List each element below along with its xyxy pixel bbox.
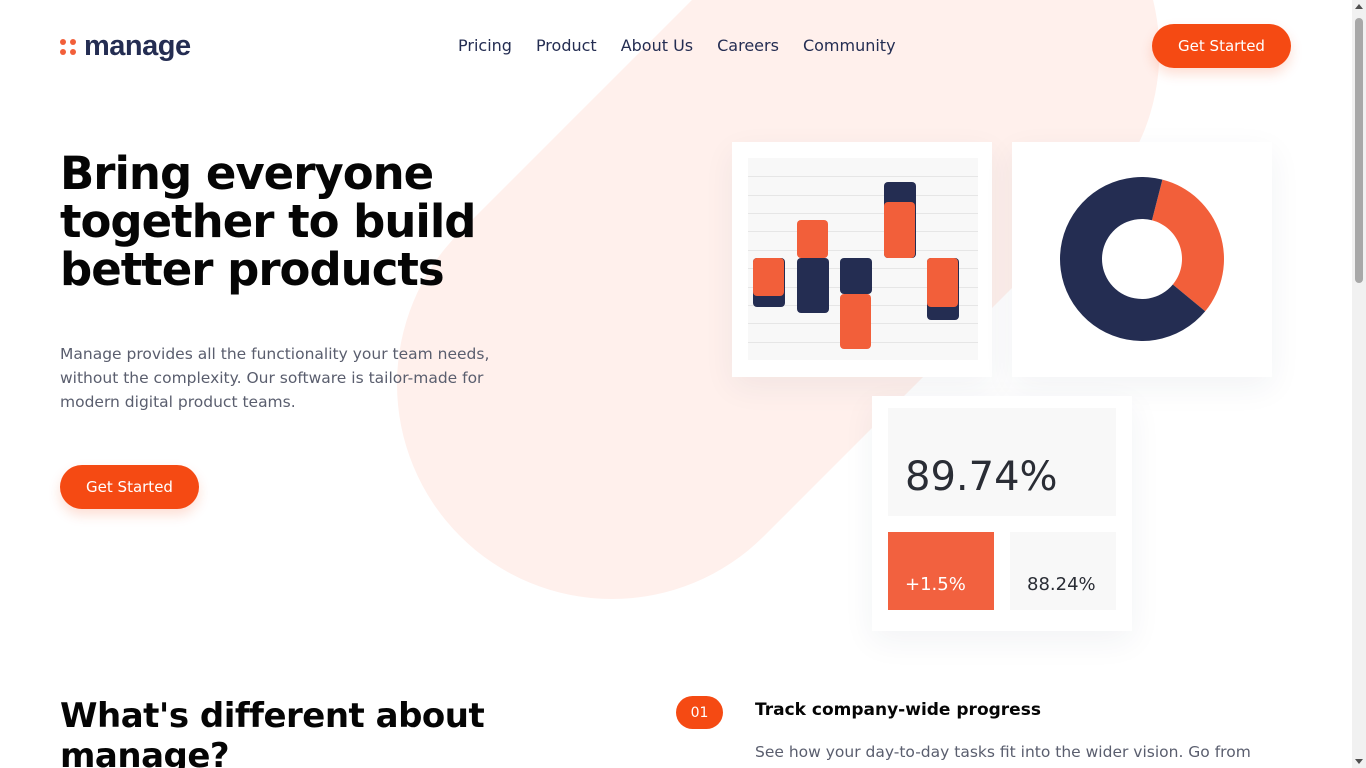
stat-change-value: +1.5% (905, 574, 966, 595)
nav-link-about-us[interactable]: About Us (621, 36, 693, 55)
hero-get-started-button[interactable]: Get Started (60, 465, 199, 509)
bar-orange-2 (796, 219, 828, 259)
bar-orange-3 (840, 294, 872, 350)
hero-description: Manage provides all the functionality yo… (60, 345, 490, 411)
logo-dots-icon (60, 38, 76, 55)
chart-gridline (748, 176, 978, 177)
scrollbar-thumb[interactable] (1355, 18, 1363, 283)
stat-change-tile: +1.5% (888, 532, 994, 610)
chart-gridline (748, 213, 978, 214)
nav-link-product[interactable]: Product (536, 36, 597, 55)
different-section: What's different about manage? (60, 696, 580, 768)
site-header: manage Pricing Product About Us Careers … (0, 0, 1352, 92)
nav-link-community[interactable]: Community (803, 36, 896, 55)
feature-description: See how your day-to-day tasks fit into t… (755, 743, 1251, 761)
nav-link-pricing[interactable]: Pricing (458, 36, 512, 55)
vertical-scrollbar[interactable] (1352, 0, 1366, 768)
stat-main-tile: 89.74% (888, 408, 1116, 516)
scroll-up-arrow-icon[interactable] (1355, 4, 1363, 9)
header-get-started-button[interactable]: Get Started (1152, 24, 1291, 68)
bar-orange-1 (753, 258, 784, 297)
hero-section: Bring everyone together to build better … (60, 147, 540, 509)
scroll-down-arrow-icon[interactable] (1355, 759, 1363, 764)
chart-gridline (748, 195, 978, 196)
logo-text: manage (84, 30, 191, 62)
hero-title: Bring everyone together to build better … (60, 147, 477, 296)
bar-navy-3 (840, 258, 873, 295)
main-nav: Pricing Product About Us Careers Communi… (458, 36, 896, 55)
donut-chart (1060, 176, 1224, 341)
nav-link-careers[interactable]: Careers (717, 36, 779, 55)
feature-title: Track company-wide progress (755, 700, 1041, 720)
stats-card: 89.74% +1.5% 88.24% (872, 396, 1132, 631)
feature-number-badge: 01 (676, 696, 723, 729)
donut-chart-card (1012, 142, 1272, 377)
bar-orange-4 (883, 201, 915, 259)
stat-secondary-value: 88.24% (1027, 574, 1096, 595)
stat-main-value: 89.74% (905, 454, 1058, 500)
bar-navy-2 (796, 258, 829, 313)
different-title: What's different about manage? (60, 696, 485, 768)
chart-gridline (748, 231, 978, 232)
donut-slice-1 (1151, 179, 1224, 312)
logo[interactable]: manage (60, 30, 191, 63)
bar-chart-plot (748, 158, 978, 360)
stat-secondary-tile: 88.24% (1010, 532, 1116, 610)
chart-gridline (748, 250, 978, 251)
bar-orange-5 (927, 258, 959, 308)
bar-chart-card (732, 142, 992, 377)
